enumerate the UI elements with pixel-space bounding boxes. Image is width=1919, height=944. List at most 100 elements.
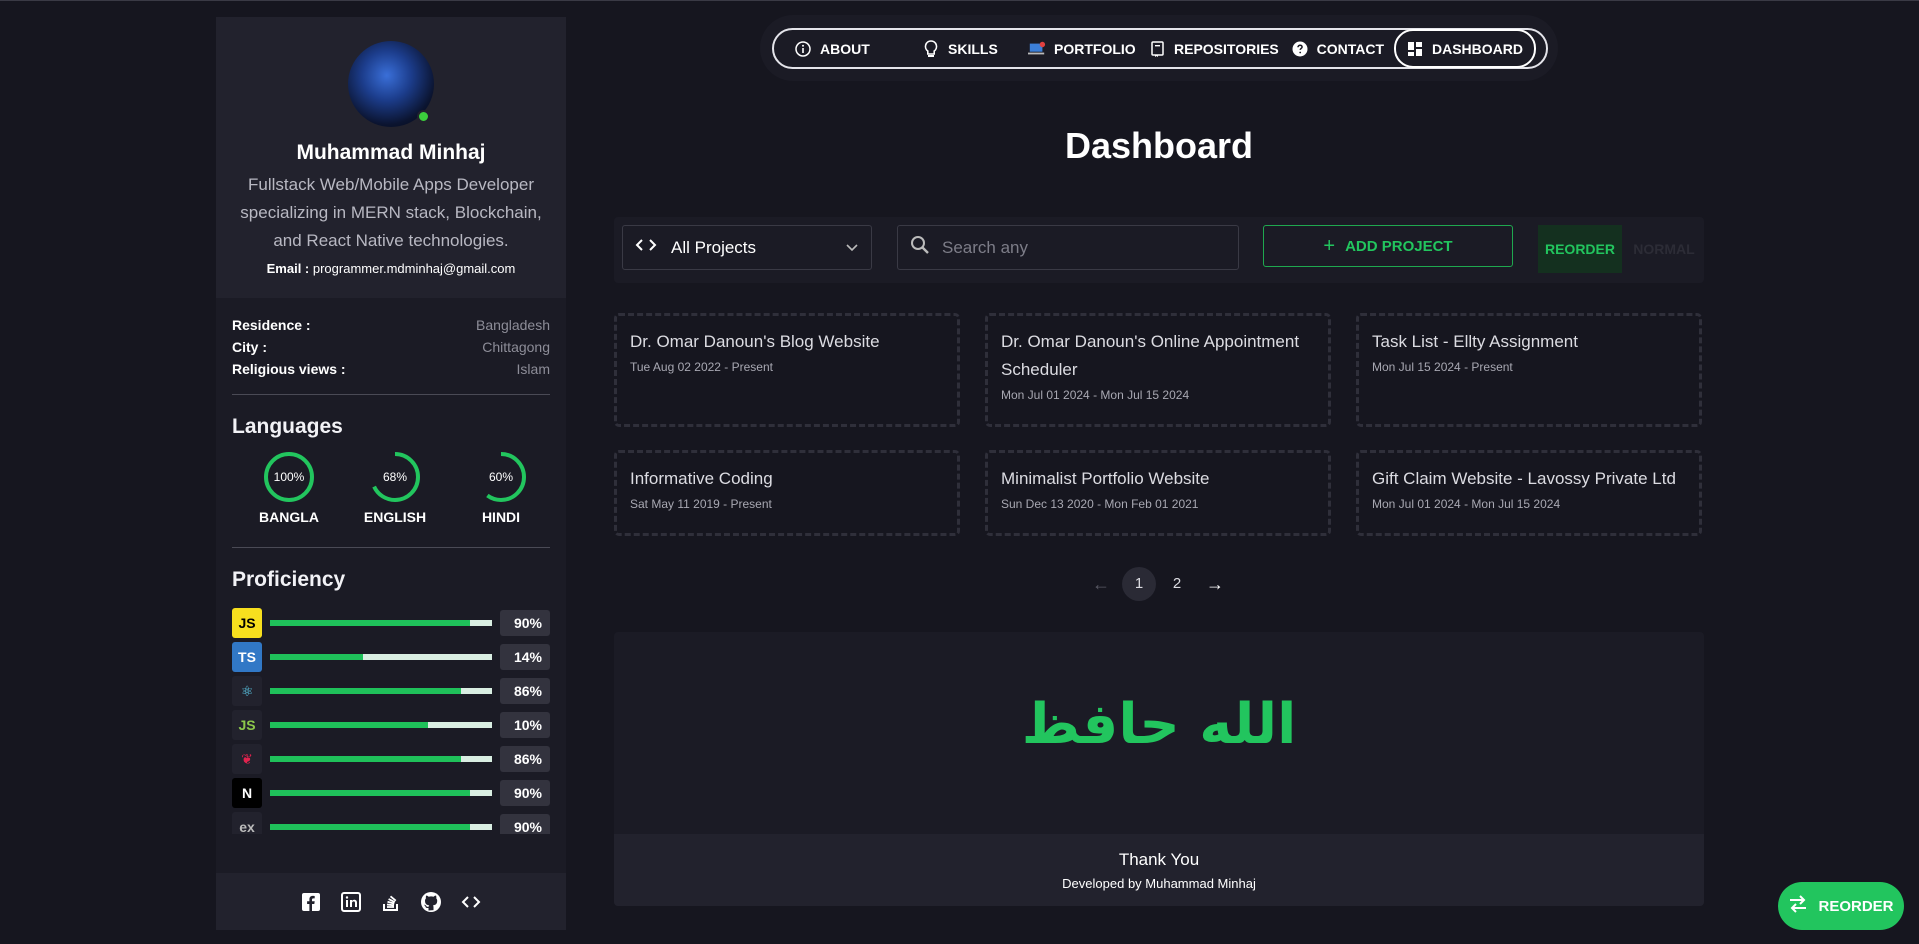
code-icon bbox=[635, 237, 657, 258]
project-date: Mon Jul 15 2024 - Present bbox=[1372, 360, 1513, 374]
proficiency-percent: 14% bbox=[500, 644, 550, 670]
nav-skills[interactable]: SKILLS bbox=[912, 30, 1018, 67]
project-date: Sat May 11 2019 - Present bbox=[630, 497, 772, 511]
proficiency-row: JS 10% bbox=[232, 708, 550, 742]
project-date: Tue Aug 02 2022 - Present bbox=[630, 360, 773, 374]
proficiency-row: ❦ 86% bbox=[232, 742, 550, 776]
proficiency-row: N 90% bbox=[232, 776, 550, 810]
languages-title: Languages bbox=[232, 415, 343, 438]
project-title: Dr. Omar Danoun's Blog Website bbox=[630, 332, 880, 351]
proficiency-bar-fill bbox=[270, 620, 470, 626]
lightbulb-icon bbox=[922, 39, 940, 58]
nav-label: ABOUT bbox=[820, 40, 870, 57]
code-icon[interactable] bbox=[460, 891, 482, 913]
nav-dashboard[interactable]: DASHBOARD bbox=[1394, 29, 1536, 68]
nav-label: DASHBOARD bbox=[1432, 40, 1523, 57]
add-project-button[interactable]: + ADD PROJECT bbox=[1263, 225, 1513, 267]
proficiency-bar bbox=[270, 620, 492, 626]
repository-icon bbox=[1150, 40, 1166, 58]
profile-name: Muhammad Minhaj bbox=[296, 141, 486, 164]
plus-icon: + bbox=[1323, 234, 1336, 257]
search-box bbox=[897, 225, 1239, 270]
project-date: Mon Jul 01 2024 - Mon Jul 15 2024 bbox=[1372, 497, 1561, 511]
add-project-label: ADD PROJECT bbox=[1345, 237, 1453, 255]
proficiency-bar-fill bbox=[270, 654, 364, 660]
proficiency-title: Proficiency bbox=[232, 568, 346, 591]
normal-mode-button[interactable]: NORMAL bbox=[1622, 225, 1706, 273]
proficiency-bar-fill bbox=[270, 790, 470, 796]
nav-label: REPOSITORIES bbox=[1174, 40, 1279, 57]
proficiency-percent: 86% bbox=[500, 678, 550, 704]
proficiency-row: TS 14% bbox=[232, 640, 550, 674]
info-key: Residence : bbox=[232, 317, 311, 333]
stackoverflow-icon[interactable] bbox=[380, 891, 402, 913]
proficiency-list[interactable]: JS 90% TS 14% ⚛ 86% JS 10% ❦ 86% N 90% ex 90% bbox=[216, 592, 566, 834]
project-card[interactable]: Minimalist Portfolio Website Sun Dec 13 … bbox=[985, 450, 1331, 536]
facebook-icon[interactable] bbox=[300, 891, 322, 913]
proficiency-bar bbox=[270, 790, 492, 796]
info-value: Islam bbox=[516, 361, 550, 377]
project-date: Sun Dec 13 2020 - Mon Feb 01 2021 bbox=[1001, 497, 1199, 511]
top-navigation: ABOUT SKILLS PORTFOLIO REPOSITORIES CONT… bbox=[760, 15, 1558, 81]
reorder-fab-button[interactable]: REORDER bbox=[1778, 882, 1904, 930]
project-card[interactable]: Gift Claim Website - Lavossy Private Ltd… bbox=[1356, 450, 1702, 536]
footer-bottom: Thank You Developed by Muhammad Minhaj bbox=[614, 834, 1704, 906]
page-button[interactable]: 2 bbox=[1160, 567, 1194, 601]
social-links bbox=[216, 873, 566, 930]
proficiency-row: ex 90% bbox=[232, 810, 550, 834]
proficiency-percent: 10% bbox=[500, 712, 550, 738]
info-key: City : bbox=[232, 339, 267, 355]
top-border bbox=[0, 0, 1919, 1]
project-card[interactable]: Task List - Ellty Assignment Mon Jul 15 … bbox=[1356, 313, 1702, 427]
email-label: Email : bbox=[266, 261, 310, 276]
nav-label: CONTACT bbox=[1316, 40, 1384, 57]
nav-repositories[interactable]: REPOSITORIES bbox=[1140, 30, 1282, 67]
language-hindi: 60% HINDI bbox=[448, 451, 554, 525]
nextjs-icon: N bbox=[232, 778, 262, 808]
swap-icon bbox=[1788, 895, 1808, 917]
proficiency-bar-fill bbox=[270, 722, 428, 728]
nav-portfolio[interactable]: PORTFOLIO bbox=[1018, 30, 1140, 67]
project-card[interactable]: Dr. Omar Danoun's Blog Website Tue Aug 0… bbox=[614, 313, 960, 427]
nestjs-icon: ❦ bbox=[232, 744, 262, 774]
search-input[interactable] bbox=[942, 237, 1222, 258]
page-title: Dashboard bbox=[1064, 125, 1254, 166]
language-progress-ring: 60% bbox=[475, 451, 527, 503]
proficiency-percent: 90% bbox=[500, 814, 550, 834]
page-button-current[interactable]: 1 bbox=[1122, 567, 1156, 601]
next-page-button[interactable]: → bbox=[1198, 567, 1232, 601]
language-progress-ring: 100% bbox=[263, 451, 315, 503]
nav-contact[interactable]: CONTACT bbox=[1282, 30, 1394, 67]
reorder-mode-button[interactable]: REORDER bbox=[1538, 225, 1622, 273]
profile-bio: Fullstack Web/Mobile Apps Developer spec… bbox=[240, 175, 542, 250]
dashboard-icon bbox=[1406, 40, 1424, 58]
nav-bar: ABOUT SKILLS PORTFOLIO REPOSITORIES CONT… bbox=[772, 28, 1548, 69]
nodejs-icon: JS bbox=[232, 710, 262, 740]
github-icon[interactable] bbox=[420, 891, 442, 913]
email-value[interactable]: programmer.mdminhaj@gmail.com bbox=[313, 261, 515, 276]
thank-you-text: Thank You bbox=[1118, 850, 1200, 869]
proficiency-bar-fill bbox=[270, 824, 470, 830]
personal-info: Residence : Bangladesh City : Chittagong… bbox=[216, 298, 566, 380]
mode-toggle: REORDER NORMAL bbox=[1538, 225, 1706, 273]
chevron-down-icon bbox=[845, 238, 859, 258]
info-value: Chittagong bbox=[482, 339, 550, 355]
info-icon bbox=[794, 40, 812, 58]
project-title: Dr. Omar Danoun's Online Appointment Sch… bbox=[1001, 332, 1300, 379]
info-row-residence: Residence : Bangladesh bbox=[232, 314, 550, 336]
info-row-city: City : Chittagong bbox=[232, 336, 550, 358]
proficiency-bar-fill bbox=[270, 688, 461, 694]
language-name: BANGLA bbox=[259, 509, 319, 525]
linkedin-icon[interactable] bbox=[340, 891, 362, 913]
project-card[interactable]: Informative Coding Sat May 11 2019 - Pre… bbox=[614, 450, 960, 536]
javascript-icon: JS bbox=[232, 608, 262, 638]
express-icon: ex bbox=[232, 812, 262, 834]
avatar bbox=[348, 41, 434, 127]
project-card[interactable]: Dr. Omar Danoun's Online Appointment Sch… bbox=[985, 313, 1331, 427]
info-row-religion: Religious views : Islam bbox=[232, 358, 550, 380]
project-filter-select[interactable]: All Projects bbox=[622, 225, 872, 270]
online-status-dot bbox=[417, 110, 430, 123]
nav-about[interactable]: ABOUT bbox=[784, 30, 912, 67]
prev-page-button[interactable]: ← bbox=[1084, 567, 1118, 601]
proficiency-bar bbox=[270, 722, 492, 728]
